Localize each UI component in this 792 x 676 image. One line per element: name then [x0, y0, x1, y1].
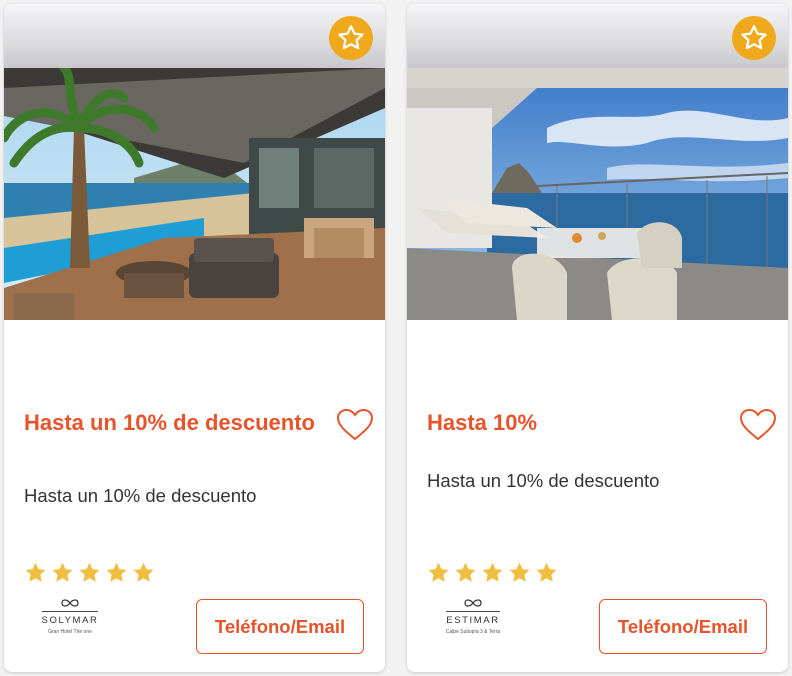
star-icon: [741, 25, 767, 50]
star-icon: [106, 562, 127, 582]
brand-subtitle: Calpe Suitopía 3 & Terra: [445, 629, 501, 635]
favorite-star-button[interactable]: [732, 16, 776, 60]
wishlist-heart-button[interactable]: [336, 408, 374, 442]
brand-name: ESTIMAR: [446, 611, 500, 626]
star-icon: [25, 562, 46, 582]
hotel-logo: SOLYMAR Gran Hotel The one: [34, 596, 106, 652]
star-icon: [509, 562, 530, 582]
offer-card[interactable]: Hasta 10% Hasta un 10% de descuento ESTI…: [407, 4, 788, 672]
card-header-band: [4, 4, 385, 68]
offer-description: Hasta un 10% de descuento: [24, 485, 257, 506]
offer-title: Hasta un 10% de descuento: [24, 410, 315, 435]
offer-card[interactable]: Hasta un 10% de descuento Hasta un 10% d…: [4, 4, 385, 672]
contact-button[interactable]: Teléfono/Email: [196, 599, 364, 654]
star-icon: [482, 562, 503, 582]
offer-title: Hasta 10%: [427, 410, 538, 435]
contact-button[interactable]: Teléfono/Email: [599, 599, 767, 654]
heart-icon: [336, 408, 374, 441]
card-header-band: [407, 4, 788, 68]
star-icon: [338, 25, 364, 50]
star-icon: [536, 562, 557, 582]
star-icon: [428, 562, 449, 582]
star-icon: [455, 562, 476, 582]
rating-stars: [426, 561, 559, 585]
star-icon: [79, 562, 100, 582]
favorite-star-button[interactable]: [329, 16, 373, 60]
star-icon: [133, 562, 154, 582]
hotel-photo[interactable]: [407, 68, 788, 320]
hotel-photo[interactable]: [4, 68, 385, 320]
brand-name: SOLYMAR: [41, 611, 99, 626]
heart-icon: [739, 408, 777, 441]
infinity-icon: [61, 599, 79, 607]
brand-subtitle: Gran Hotel The one: [48, 629, 92, 635]
rating-stars: [23, 561, 156, 585]
wishlist-heart-button[interactable]: [739, 408, 777, 442]
star-icon: [52, 562, 73, 582]
infinity-icon: [464, 599, 482, 607]
hotel-logo: ESTIMAR Calpe Suitopía 3 & Terra: [437, 596, 509, 652]
offer-description: Hasta un 10% de descuento: [427, 470, 660, 491]
